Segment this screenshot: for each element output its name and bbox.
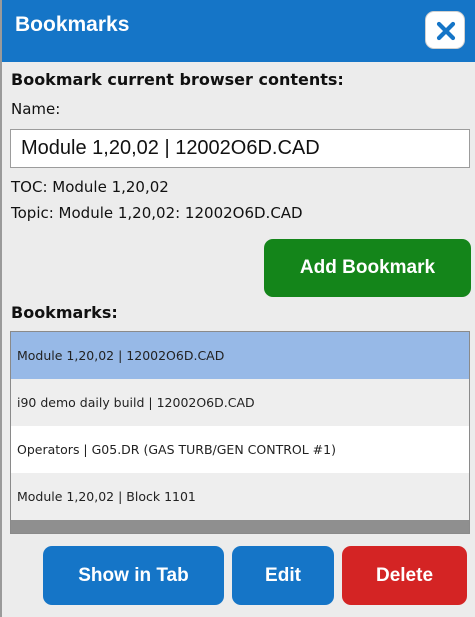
bookmarks-list-label: Bookmarks:: [11, 303, 118, 322]
bookmark-list-item[interactable]: Module 1,20,02 | 12002O6D.CAD: [11, 332, 469, 379]
bookmark-list-item[interactable]: Operators | G05.DR (GAS TURB/GEN CONTROL…: [11, 426, 469, 473]
topic-text: Topic: Module 1,20,02: 12002O6D.CAD: [11, 204, 303, 222]
delete-button[interactable]: Delete: [342, 546, 467, 605]
bookmarks-dialog: Bookmarks Bookmark current browser conte…: [0, 0, 475, 617]
dialog-titlebar: Bookmarks: [2, 0, 475, 62]
edit-button[interactable]: Edit: [232, 546, 334, 605]
toc-text: TOC: Module 1,20,02: [11, 178, 169, 196]
bookmarks-list[interactable]: Module 1,20,02 | 12002O6D.CAD i90 demo d…: [10, 331, 470, 534]
bookmark-list-item[interactable]: Module 1,20,02 | Block 1101: [11, 473, 469, 520]
dialog-title: Bookmarks: [15, 13, 130, 36]
bookmark-form-heading: Bookmark current browser contents:: [11, 70, 344, 89]
bookmark-item-text: Operators | G05.DR (GAS TURB/GEN CONTROL…: [17, 442, 336, 457]
bookmark-item-text: Module 1,20,02 | Block 1101: [17, 489, 196, 504]
bookmark-item-text: Module 1,20,02 | 12002O6D.CAD: [17, 348, 225, 363]
bookmark-name-input[interactable]: [10, 129, 470, 168]
close-button[interactable]: [425, 11, 465, 49]
bookmark-list-item[interactable]: i90 demo daily build | 12002O6D.CAD: [11, 379, 469, 426]
close-icon: [436, 21, 456, 41]
bookmark-item-text: i90 demo daily build | 12002O6D.CAD: [17, 395, 255, 410]
name-label: Name:: [11, 100, 61, 118]
add-bookmark-button[interactable]: Add Bookmark: [264, 239, 471, 297]
show-in-tab-button[interactable]: Show in Tab: [43, 546, 224, 605]
